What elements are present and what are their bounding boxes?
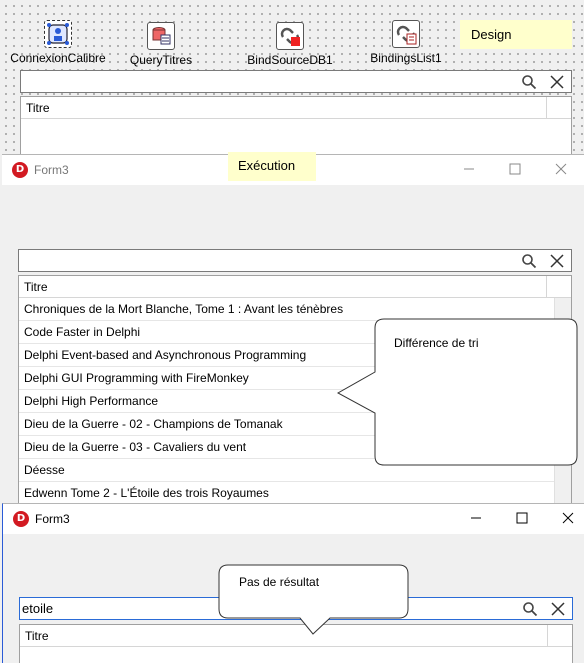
search-value: etoile (22, 601, 54, 616)
fdconnection-icon (44, 20, 72, 48)
search-box[interactable] (18, 249, 572, 272)
fdquery-icon (147, 22, 175, 50)
execution-note: Exécution (228, 152, 316, 181)
list-item[interactable]: Delphi Event-based and Asynchronous Prog… (19, 344, 571, 367)
design-search-box[interactable] (20, 70, 572, 93)
callout-sort-text: Différence de tri (394, 336, 479, 350)
vertical-scrollbar[interactable] (554, 298, 571, 504)
component-label: QueryTitres (129, 53, 193, 67)
component-querytitres[interactable]: QueryTitres (126, 22, 196, 67)
component-label: BindingsList1 (370, 51, 442, 65)
list-item[interactable]: Edwenn Tome 2 - L'Étoile des trois Royau… (19, 482, 571, 504)
clear-icon[interactable] (549, 74, 565, 90)
delphi-logo-icon: D (13, 511, 29, 527)
list-header-titre[interactable]: Titre (21, 97, 571, 119)
bindsource-icon (276, 22, 304, 50)
titles-list-empty[interactable]: Titre (19, 624, 573, 663)
window-title: Form3 (35, 512, 70, 526)
clear-icon[interactable] (549, 253, 565, 269)
component-bindsourcedb1[interactable]: BindSourceDB1 (246, 22, 334, 67)
search-icon[interactable] (521, 253, 537, 269)
search-icon[interactable] (522, 601, 538, 617)
list-item[interactable]: Delphi High Performance (19, 390, 571, 413)
list-item[interactable]: Code Faster in Delphi (19, 321, 571, 344)
list-item[interactable]: Déesse (19, 459, 571, 482)
design-surface: ConnexionCalibre QueryTitres BindSourceD… (0, 0, 584, 160)
list-item[interactable]: Chroniques de la Mort Blanche, Tome 1 : … (19, 298, 571, 321)
list-item[interactable]: Dieu de la Guerre - 02 - Champions de To… (19, 413, 571, 436)
form3-window-top: D Form3 Titre Chroniques de la Mort Blan… (2, 154, 584, 505)
minimize-icon[interactable] (469, 511, 483, 525)
list-header-titre[interactable]: Titre (20, 625, 572, 647)
list-item[interactable]: Dieu de la Guerre - 03 - Cavaliers du ve… (19, 436, 571, 459)
title-bar: D Form3 (3, 504, 584, 534)
search-icon[interactable] (521, 74, 537, 90)
component-connexioncalibre[interactable]: ConnexionCalibre (10, 20, 106, 65)
close-icon[interactable] (554, 162, 568, 176)
list-item[interactable]: Delphi GUI Programming with FireMonkey (19, 367, 571, 390)
window-title: Form3 (34, 163, 69, 177)
delphi-logo-icon: D (12, 162, 28, 178)
list-header-titre[interactable]: Titre (19, 276, 571, 298)
minimize-icon[interactable] (462, 162, 476, 176)
clear-icon[interactable] (550, 601, 566, 617)
component-label: ConnexionCalibre (10, 51, 106, 65)
bindingslist-icon (392, 20, 420, 48)
close-icon[interactable] (561, 511, 575, 525)
design-note: Design (460, 20, 572, 49)
design-list[interactable]: Titre (20, 96, 572, 160)
titles-list[interactable]: Titre Chroniques de la Mort Blanche, Tom… (18, 275, 572, 505)
maximize-icon[interactable] (508, 162, 522, 176)
component-label: BindSourceDB1 (247, 53, 333, 67)
component-bindingslist1[interactable]: BindingsList1 (366, 20, 446, 65)
search-box[interactable]: etoile (19, 597, 573, 620)
maximize-icon[interactable] (515, 511, 529, 525)
callout-noresult-text: Pas de résultat (239, 575, 320, 589)
